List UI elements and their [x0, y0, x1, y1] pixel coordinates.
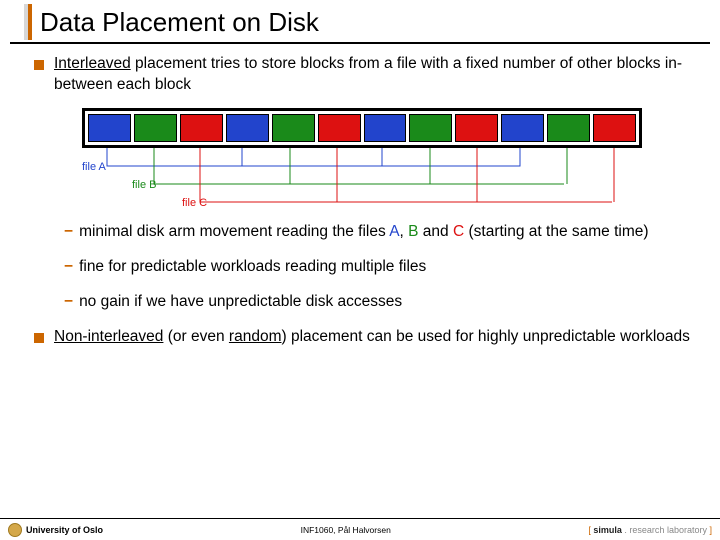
block-c	[455, 114, 498, 142]
block-c	[180, 114, 223, 142]
bullet-1: Interleaved placement tries to store blo…	[34, 54, 692, 96]
uio-text: University of Oslo	[26, 525, 103, 535]
block-c	[318, 114, 361, 142]
block-b	[272, 114, 315, 142]
bullet-square-icon	[34, 60, 44, 70]
dash-icon: −	[64, 257, 73, 278]
subbullet-1-text: minimal disk arm movement reading the fi…	[79, 222, 648, 243]
bullet-2-text: Non-interleaved (or even random) placeme…	[54, 327, 690, 348]
subbullet-1: − minimal disk arm movement reading the …	[64, 222, 692, 243]
block-track	[82, 108, 642, 148]
bullet-2-underline-2: random	[229, 328, 282, 345]
block-b	[409, 114, 452, 142]
subbullet-3-text: no gain if we have unpredictable disk ac…	[79, 292, 402, 313]
block-b	[134, 114, 177, 142]
block-a	[226, 114, 269, 142]
subbullet-2: − fine for predictable workloads reading…	[64, 257, 692, 278]
footer-center: INF1060, Pål Halvorsen	[301, 525, 391, 535]
dash-icon: −	[64, 222, 73, 243]
label-file-a: file A	[82, 160, 106, 175]
title-bar-wrap: Data Placement on Disk	[10, 0, 710, 44]
page-title: Data Placement on Disk	[40, 7, 319, 38]
footer: University of Oslo INF1060, Pål Halvorse…	[0, 518, 720, 540]
bullet-square-icon	[34, 333, 44, 343]
bullet-2: Non-interleaved (or even random) placeme…	[34, 327, 692, 348]
label-file-b: file B	[132, 178, 156, 193]
label-file-c: file C	[182, 196, 207, 211]
title-accent	[24, 4, 32, 40]
footer-right: [ simula . research laboratory ]	[588, 525, 712, 535]
block-c	[593, 114, 636, 142]
interleave-diagram: file A file B file C	[82, 108, 642, 218]
uio-seal-icon	[8, 523, 22, 537]
bullet-1-text: Interleaved placement tries to store blo…	[54, 54, 692, 96]
block-a	[364, 114, 407, 142]
bullet-1-underline: Interleaved	[54, 55, 131, 72]
subbullet-2-text: fine for predictable workloads reading m…	[79, 257, 426, 278]
bullet-2-underline-1: Non-interleaved	[54, 328, 163, 345]
block-a	[88, 114, 131, 142]
footer-left: University of Oslo	[8, 523, 103, 537]
slide-body: Interleaved placement tries to store blo…	[0, 54, 720, 348]
dash-icon: −	[64, 292, 73, 313]
subbullet-3: − no gain if we have unpredictable disk …	[64, 292, 692, 313]
block-a	[501, 114, 544, 142]
block-b	[547, 114, 590, 142]
